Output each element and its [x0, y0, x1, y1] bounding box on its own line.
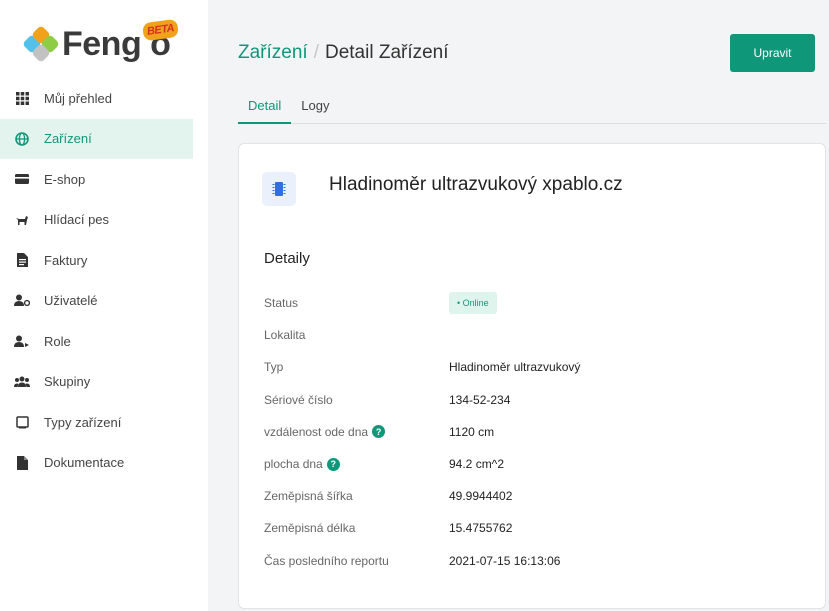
- detail-row-status: Status • Online: [264, 287, 804, 319]
- user-role-icon: [14, 333, 30, 349]
- device-title: Hladinoměr ultrazvukový xpablo.cz: [329, 174, 623, 195]
- sidebar-item-typy-zarizeni[interactable]: Typy zařízení: [0, 402, 208, 443]
- breadcrumb: Zařízení / Detail Zařízení: [238, 42, 449, 64]
- sidebar-item-label: Hlídací pes: [44, 212, 110, 228]
- breadcrumb-separator: /: [313, 42, 319, 63]
- detail-label: Čas posledního reportu: [264, 553, 389, 568]
- sidebar-item-label: Můj přehled: [44, 90, 112, 106]
- sidebar-item-label: Skupiny: [44, 374, 91, 390]
- detail-row: plocha dna ? 94.2 cm^2: [264, 448, 804, 480]
- dog-icon: [14, 212, 30, 228]
- file-icon: [14, 455, 30, 471]
- chip-icon: [262, 172, 296, 206]
- page-title: Detail Zařízení: [324, 42, 449, 63]
- square-icon: [14, 414, 30, 430]
- device-detail-card: Hladinoměr ultrazvukový xpablo.cz Detail…: [238, 143, 826, 609]
- sidebar-item-label: Uživatelé: [44, 293, 98, 309]
- help-icon[interactable]: ?: [326, 457, 340, 471]
- logo-text: Feng o BETA: [62, 18, 180, 64]
- app-logo[interactable]: Feng o BETA: [22, 18, 180, 66]
- section-title-detaily: Detaily: [264, 250, 310, 267]
- detail-row: Čas posledního reportu 2021-07-15 16:13:…: [264, 545, 804, 577]
- detail-value: 49.9944402: [449, 489, 513, 504]
- beta-badge: BETA: [142, 18, 180, 41]
- sidebar-item-faktury[interactable]: Faktury: [0, 240, 208, 281]
- tab-detail[interactable]: Detail: [238, 96, 292, 124]
- edit-button[interactable]: Upravit: [730, 34, 815, 72]
- detail-value: Hladinoměr ultrazvukový: [449, 360, 581, 375]
- detail-row: Lokalita: [264, 319, 804, 351]
- wallet-icon: [14, 171, 30, 187]
- detail-row: Typ Hladinoměr ultrazvukový: [264, 351, 804, 383]
- help-icon[interactable]: ?: [372, 425, 386, 439]
- sidebar-item-zarizeni[interactable]: Zařízení: [0, 118, 193, 159]
- user-settings-icon: [14, 293, 30, 309]
- detail-label: Zeměpisná délka: [264, 521, 356, 536]
- detail-row: Sériové číslo 134-52-234: [264, 384, 804, 416]
- detail-value: 2021-07-15 16:13:06: [449, 553, 561, 568]
- grid-icon: [14, 90, 30, 106]
- detail-row: Zeměpisná délka 15.4755762: [264, 512, 804, 544]
- detail-label: Typ: [264, 360, 284, 375]
- sidebar: Feng o BETA Můj přehled Zařízení E-shop: [0, 0, 208, 611]
- detail-label: Zeměpisná šířka: [264, 489, 353, 504]
- users-group-icon: [14, 374, 30, 390]
- document-icon: [14, 252, 30, 268]
- details-list: Status • Online Lokalita Typ Hladinoměr …: [264, 287, 804, 577]
- detail-value: 94.2 cm^2: [449, 457, 504, 472]
- sidebar-item-label: Zařízení: [44, 131, 92, 147]
- sidebar-item-hlidaci-pes[interactable]: Hlídací pes: [0, 200, 208, 241]
- sidebar-item-dokumentace[interactable]: Dokumentace: [0, 443, 208, 484]
- sidebar-item-label: E-shop: [44, 171, 86, 187]
- sidebar-item-label: Typy zařízení: [44, 414, 122, 430]
- main-content: Zařízení / Detail Zařízení Upravit Detai…: [208, 0, 829, 611]
- detail-label: Lokalita: [264, 328, 306, 343]
- sidebar-item-label: Role: [44, 333, 71, 349]
- sidebar-item-uzivatele[interactable]: Uživatelé: [0, 281, 208, 322]
- detail-label: plocha dna: [264, 457, 323, 472]
- sidebar-item-role[interactable]: Role: [0, 321, 208, 362]
- detail-label-wrap: plocha dna ?: [264, 457, 449, 471]
- sidebar-item-label: Faktury: [44, 252, 88, 268]
- detail-label: Status: [264, 296, 299, 311]
- sidebar-item-skupiny[interactable]: Skupiny: [0, 362, 208, 403]
- detail-row: vzdálenost ode dna ? 1120 cm: [264, 416, 804, 448]
- detail-row: Zeměpisná šířka 49.9944402: [264, 480, 804, 512]
- globe-icon: [14, 131, 30, 147]
- tab-logy[interactable]: Logy: [291, 96, 339, 124]
- detail-label-wrap: vzdálenost ode dna ?: [264, 425, 449, 439]
- sidebar-item-prehled[interactable]: Můj přehled: [0, 78, 208, 119]
- detail-label: Sériové číslo: [264, 392, 333, 407]
- detail-value: 1120 cm: [449, 424, 495, 439]
- detail-value: 15.4755762: [449, 521, 513, 536]
- status-badge: • Online: [449, 292, 497, 315]
- detail-label: vzdálenost ode dna: [264, 424, 369, 439]
- tab-bar: Detail Logy: [238, 96, 826, 124]
- sidebar-item-label: Dokumentace: [44, 455, 125, 471]
- detail-value: 134-52-234: [449, 392, 511, 407]
- logo-mark-icon: [22, 25, 60, 63]
- sidebar-item-eshop[interactable]: E-shop: [0, 159, 208, 200]
- sidebar-nav: Můj přehled Zařízení E-shop Hlídací pes …: [0, 78, 208, 483]
- breadcrumb-link-zarizeni[interactable]: Zařízení: [238, 42, 308, 64]
